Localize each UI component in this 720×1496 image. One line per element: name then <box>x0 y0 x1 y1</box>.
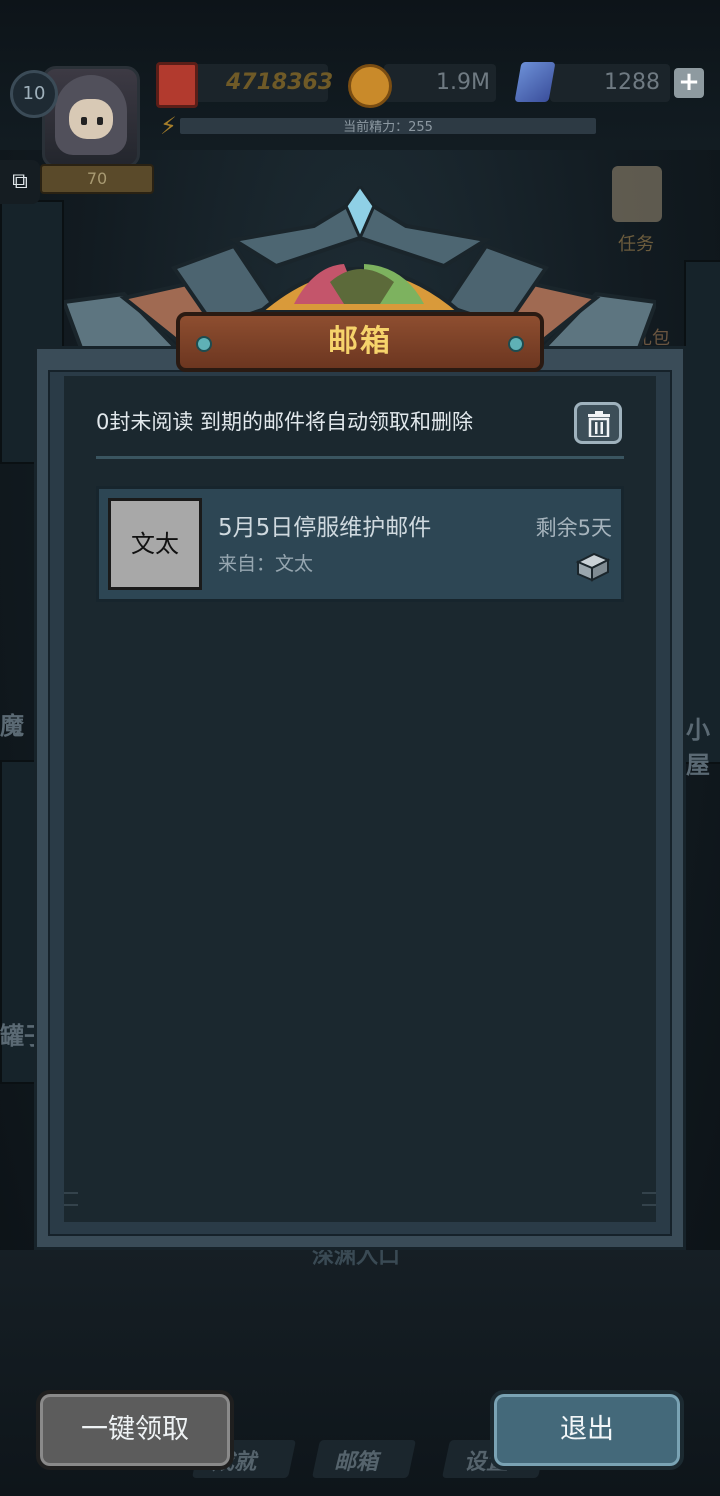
coin-icon <box>348 64 392 108</box>
mail-remaining-days: 剩余5天 <box>535 516 612 540</box>
left-building-label: 魔 <box>0 712 24 740</box>
ticket-icon <box>156 62 198 108</box>
header-divider <box>96 456 624 459</box>
player-level-badge: 10 <box>10 70 58 118</box>
energy-icon: ⚡ <box>160 112 177 140</box>
panel-corner-mark <box>642 1192 656 1194</box>
background-building <box>684 260 720 764</box>
delete-read-button[interactable] <box>574 402 622 444</box>
ticket-count: 4718363 <box>226 70 334 95</box>
claim-all-label: 一键领取 <box>81 1414 189 1445</box>
player-avatar[interactable] <box>42 66 140 168</box>
unread-info-text: 0封未阅读 到期的邮件将自动领取和删除 <box>96 410 474 434</box>
claim-all-button[interactable]: 一键领取 <box>36 1390 234 1470</box>
gem-icon <box>514 62 556 102</box>
plus-icon[interactable]: + <box>674 68 704 98</box>
gold-count: 1.9M <box>436 70 490 95</box>
mail-sender: 来自：文太 <box>218 553 314 575</box>
panel-corner-mark <box>64 1192 78 1194</box>
gem-count: 1288 <box>604 70 660 95</box>
exit-label: 退出 <box>560 1414 614 1445</box>
energy-label: 当前精力：255 <box>343 120 433 135</box>
puzzle-icon[interactable]: ⧉ <box>0 160 40 204</box>
attachment-box-icon <box>575 552 611 582</box>
right-building-label: 小屋 <box>686 716 710 779</box>
mail-title: 5月5日停服维护邮件 <box>218 515 432 541</box>
mailbox-title: 邮箱 <box>328 324 392 359</box>
mail-sender-avatar: 文太 <box>108 498 202 590</box>
trash-icon <box>588 411 610 437</box>
nav-mailbox[interactable]: 邮箱 <box>334 1444 378 1476</box>
panel-corner-mark <box>642 1204 656 1206</box>
exit-button[interactable]: 退出 <box>490 1390 684 1470</box>
panel-corner-mark <box>64 1204 78 1206</box>
